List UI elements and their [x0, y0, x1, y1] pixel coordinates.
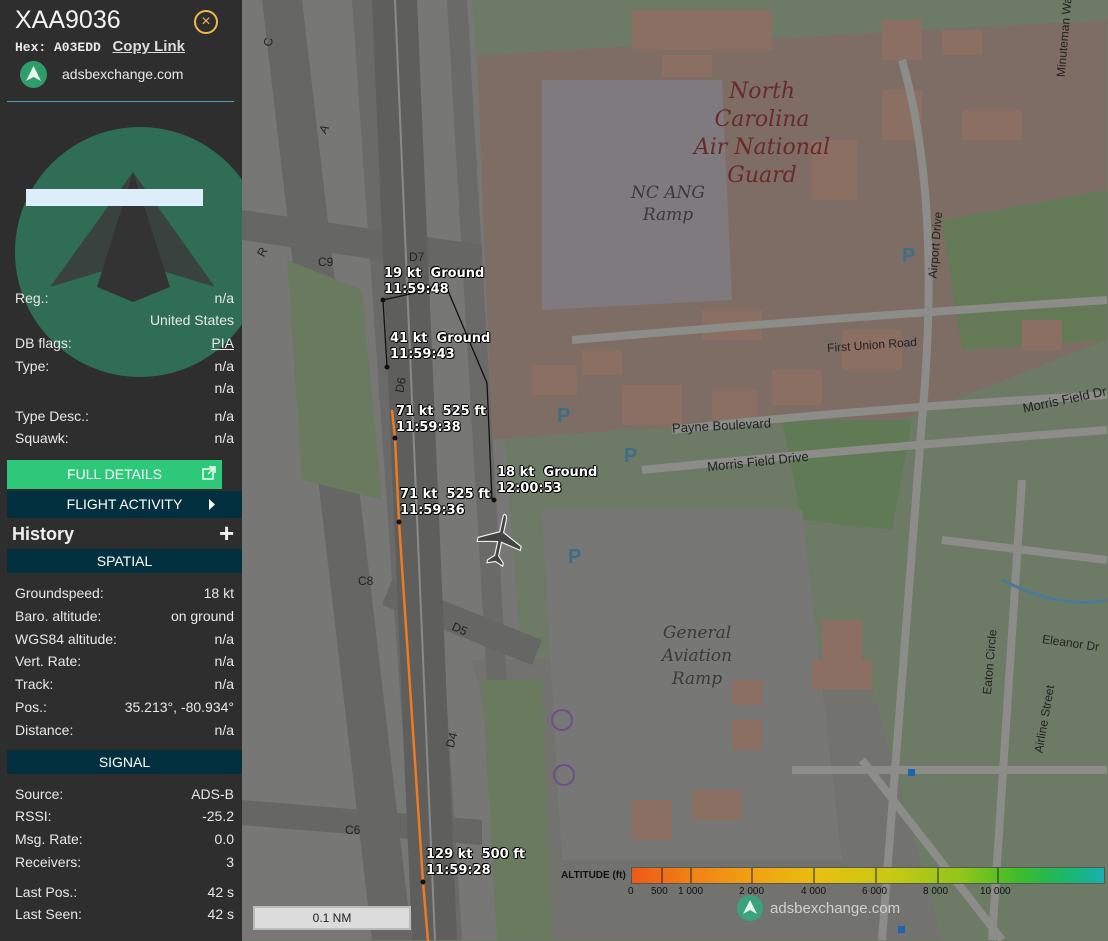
altitude-tick: 4 000 [801, 886, 827, 897]
ncang-label: North Carolina Air National Guard [693, 79, 831, 188]
signal-row-receivers: Receivers: 3 [15, 854, 234, 870]
info-row-type-desc: Type Desc.: n/a [15, 408, 234, 424]
track-point-label: 41 kt Ground 11:59:43 [390, 331, 491, 362]
spatial-row-distance: Distance: n/a [15, 722, 234, 738]
info-row-country: United States [149, 312, 234, 328]
map-view[interactable]: P P P P North Carolina Air National Guar… [242, 0, 1108, 941]
signal-section-header: SIGNAL [7, 750, 242, 774]
ncang-ramp-label: NC ANG Ramp [630, 183, 706, 225]
signal-row-rssi: RSSI: -25.2 [15, 808, 234, 824]
taxiway-label-c9: C9 [318, 255, 334, 269]
flight-activity-button[interactable]: FLIGHT ACTIVITY [7, 491, 242, 518]
altitude-legend-label: ALTITUDE (ft) [561, 870, 626, 881]
site-link[interactable]: adsbexchange.com [62, 66, 183, 82]
info-row-squawk: Squawk: n/a [15, 430, 234, 446]
info-row-type: Type: n/a [15, 358, 234, 374]
altitude-tick: 6 000 [862, 886, 888, 897]
signal-row-last-seen: Last Seen: 42 s [15, 906, 234, 922]
callsign: XAA9036 [15, 6, 121, 34]
hex-code: Hex: A03EDD [15, 40, 101, 55]
watermark-logo-icon [737, 895, 763, 921]
svg-text:P: P [557, 405, 570, 427]
spatial-row-baro: Baro. altitude: on ground [15, 608, 234, 624]
spatial-row-wgs84: WGS84 altitude: n/a [15, 631, 234, 647]
hex-row: Hex: A03EDD Copy Link [15, 38, 185, 55]
watermark-text: adsbexchange.com [770, 900, 901, 917]
altitude-tick: 1 000 [678, 886, 704, 897]
divider [7, 101, 234, 102]
photo-loading-bar [26, 189, 203, 206]
spatial-row-vert-rate: Vert. Rate: n/a [15, 653, 234, 669]
spatial-row-groundspeed: Groundspeed: 18 kt [15, 585, 234, 601]
history-title: History [12, 524, 75, 544]
altitude-tick: 8 000 [923, 886, 949, 897]
svg-text:P: P [624, 445, 637, 467]
track-point-label: 129 kt 500 ft 11:59:28 [426, 847, 526, 878]
altitude-tick: 10 000 [980, 886, 1011, 897]
taxiway-label-c6: C6 [345, 823, 361, 837]
track-point-label: 71 kt 525 ft 11:59:38 [396, 404, 487, 435]
track-point-label: 18 kt Ground 12:00:53 [497, 465, 598, 496]
spatial-section-header: SPATIAL [7, 549, 242, 573]
signal-row-msg-rate: Msg. Rate: 0.0 [15, 831, 234, 847]
map-layers: P P P P [242, 0, 1108, 941]
spatial-row-pos: Pos.: 35.213°, -80.934° [15, 699, 234, 715]
history-expand-icon[interactable]: + [219, 520, 234, 546]
taxiway-label-d6: D6 [392, 376, 409, 394]
track-point-label: 19 kt Ground 11:59:48 [384, 266, 485, 297]
external-link-icon [202, 466, 216, 480]
close-icon[interactable]: × [194, 10, 218, 34]
svg-text:P: P [568, 546, 581, 568]
spatial-row-track: Track: n/a [15, 676, 234, 692]
signal-row-source: Source: ADS-B [15, 786, 234, 802]
full-details-button[interactable]: FULL DETAILS [7, 460, 222, 489]
info-row-dbflags: DB flags: PIA [15, 335, 234, 351]
altitude-tick: 500 [651, 886, 668, 897]
info-row-type-extra: n/a [214, 380, 234, 396]
aircraft-marker-icon[interactable] [474, 512, 526, 568]
track-point-label: 71 kt 525 ft 11:59:36 [400, 487, 491, 518]
adsbexchange-logo-icon[interactable] [20, 61, 47, 88]
signal-row-last-pos: Last Pos.: 42 s [15, 884, 234, 900]
pia-link[interactable]: PIA [211, 335, 234, 351]
svg-text:P: P [902, 245, 915, 267]
altitude-tick: 0 [628, 886, 634, 897]
taxiway-label-d7: D7 [409, 250, 425, 264]
map-scale-bar[interactable]: 0.1 NM [253, 906, 411, 930]
info-row-reg: Reg.: n/a [15, 290, 234, 306]
altitude-legend-bar [631, 867, 1105, 884]
caret-right-icon [209, 499, 215, 510]
aircraft-info-panel: XAA9036 × Hex: A03EDD Copy Link adsbexch… [0, 0, 242, 941]
ga-ramp-label: General Aviation Ramp [661, 623, 733, 689]
taxiway-label-c8: C8 [358, 574, 374, 588]
copy-link[interactable]: Copy Link [112, 38, 185, 55]
